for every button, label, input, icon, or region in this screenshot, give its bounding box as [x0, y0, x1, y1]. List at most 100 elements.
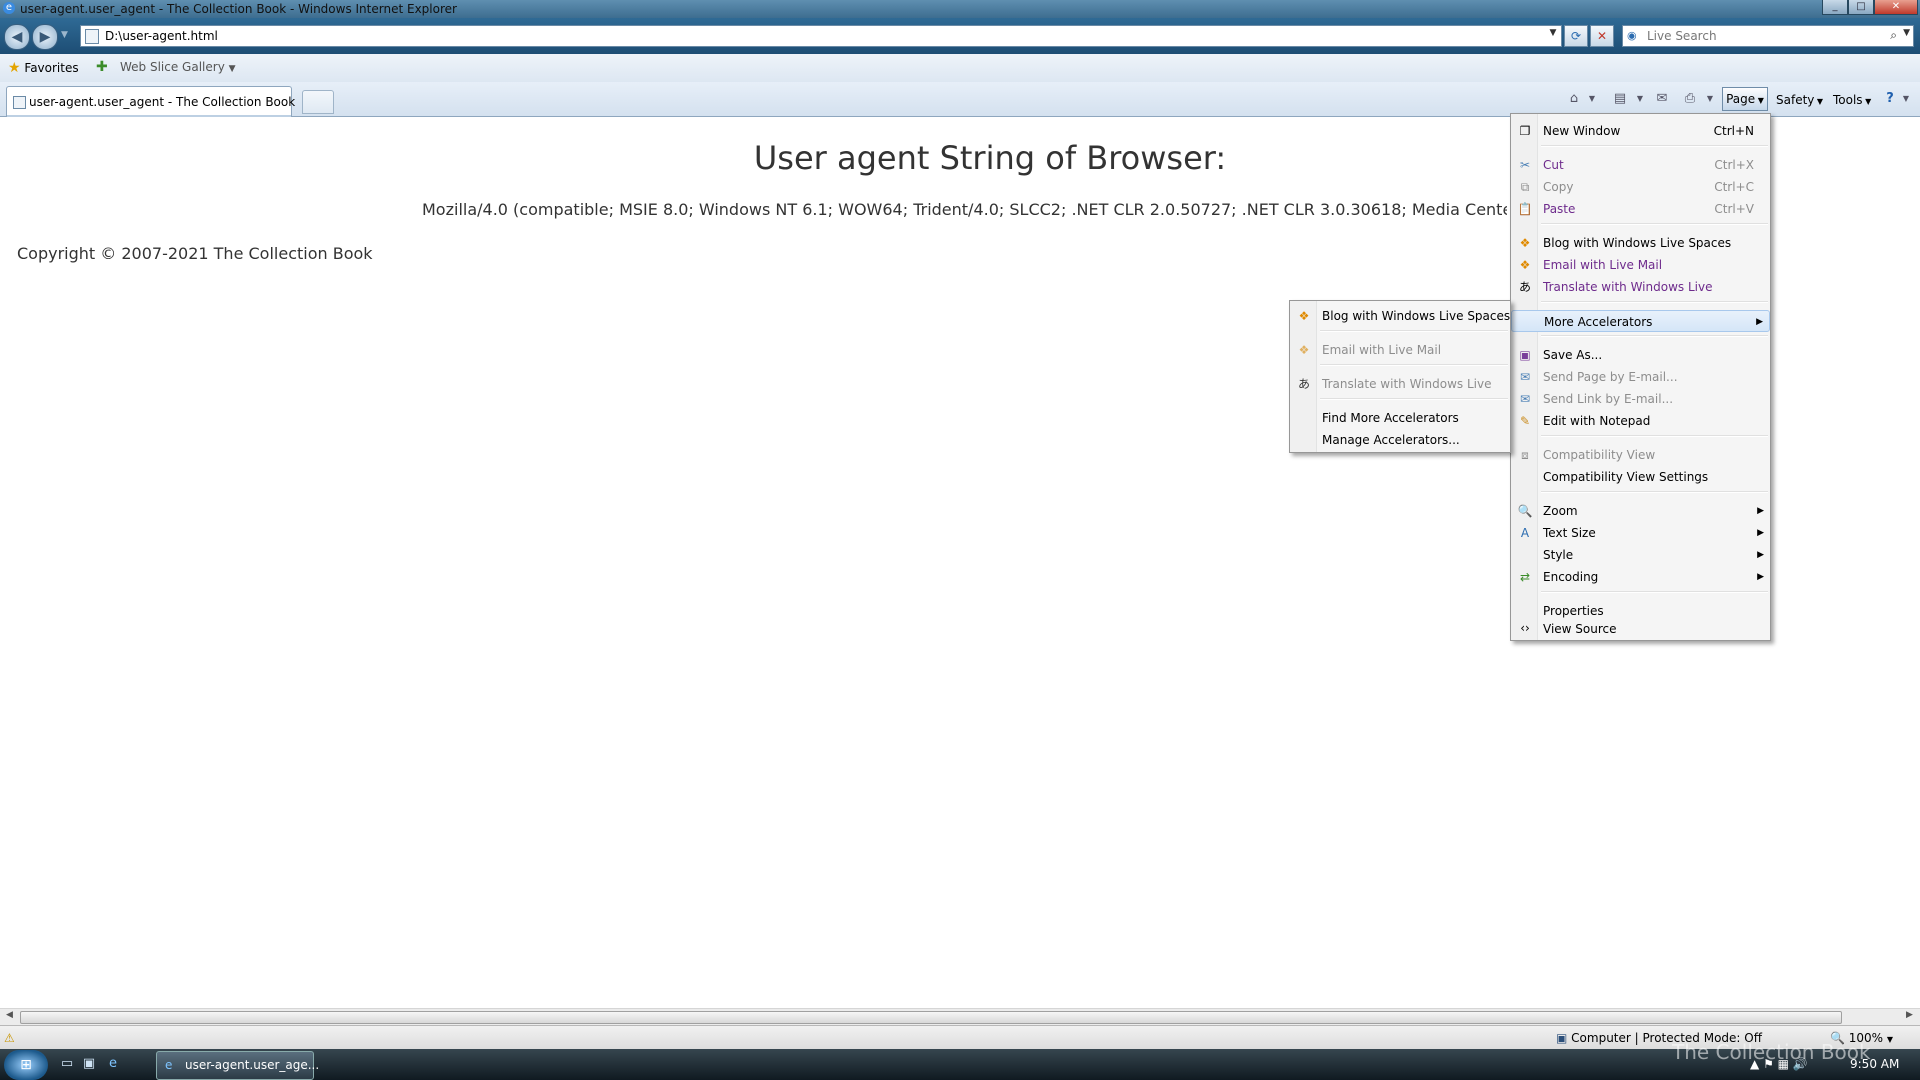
- new-window-icon: ❐: [1519, 124, 1531, 138]
- search-box[interactable]: ◉ Live Search ⌕ ▼: [1622, 25, 1914, 47]
- forward-button[interactable]: ▶: [32, 24, 58, 50]
- menu-item-label: More Accelerators: [1544, 315, 1653, 329]
- menu-item-zoom[interactable]: 🔍 Zoom ▶: [1511, 500, 1770, 522]
- close-button[interactable]: ✕: [1874, 0, 1918, 15]
- scroll-left-icon[interactable]: ◀: [6, 1010, 13, 1020]
- help-dropdown-icon[interactable]: ▼: [1898, 91, 1914, 107]
- compatibility-view-icon: ⧈: [1521, 448, 1529, 462]
- menu-item-encoding[interactable]: ⇄ Encoding ▶: [1511, 566, 1770, 588]
- menu-item-label: Blog with Windows Live Spaces: [1543, 236, 1732, 250]
- home-dropdown-icon[interactable]: ▼: [1584, 91, 1600, 107]
- search-icon[interactable]: ⌕: [1890, 28, 1897, 43]
- tab-user-agent[interactable]: user-agent.user_agent - The Collection B…: [6, 86, 296, 118]
- menu-separator: [1541, 335, 1768, 337]
- horizontal-scrollbar[interactable]: ◀ ▶: [0, 1008, 1920, 1025]
- switch-windows-icon[interactable]: ▣: [80, 1056, 98, 1074]
- menu-item-send-link[interactable]: ✉ Send Link by E-mail...: [1511, 388, 1770, 410]
- feeds-icon[interactable]: ▤: [1612, 91, 1628, 107]
- submenu-item-manage[interactable]: Manage Accelerators...: [1290, 429, 1510, 451]
- menu-item-label: Save As...: [1543, 348, 1603, 362]
- submenu-item-blog-live-spaces[interactable]: ❖ Blog with Windows Live Spaces: [1290, 305, 1511, 327]
- refresh-button[interactable]: ⟳: [1564, 25, 1588, 47]
- title-bar: e user-agent.user_agent - The Collection…: [0, 0, 1920, 18]
- menu-item-label: View Source: [1543, 622, 1617, 636]
- menu-item-style[interactable]: Style ▶: [1511, 544, 1770, 566]
- menu-item-paste[interactable]: 📋 Paste Ctrl+V: [1511, 198, 1770, 220]
- menu-item-text-size[interactable]: A Text Size ▶: [1511, 522, 1770, 544]
- menu-item-view-source[interactable]: ‹› View Source: [1511, 621, 1770, 636]
- menu-item-new-window[interactable]: ❐ New Window Ctrl+N: [1511, 120, 1770, 142]
- page-menu: ❐ New Window Ctrl+N ✂ Cut Ctrl+X ⧉ Copy …: [1510, 113, 1771, 641]
- menu-item-label: Manage Accelerators...: [1322, 433, 1460, 447]
- feeds-dropdown-icon[interactable]: ▼: [1632, 91, 1648, 107]
- start-button[interactable]: ⊞: [4, 1050, 48, 1080]
- tab-row: user-agent.user_agent - The Collection B…: [0, 82, 1920, 118]
- tab-label: user-agent.user_agent - The Collection B…: [29, 95, 296, 109]
- scrollbar-thumb[interactable]: [20, 1011, 1842, 1024]
- submenu-item-email-live-mail[interactable]: ❖ Email with Live Mail: [1290, 339, 1510, 361]
- menu-item-send-page[interactable]: ✉ Send Page by E-mail...: [1511, 366, 1770, 388]
- recent-pages-dropdown-icon[interactable]: ▼: [61, 30, 68, 40]
- submenu-arrow-icon: ▶: [1757, 506, 1764, 516]
- submenu-item-translate[interactable]: あ Translate with Windows Live: [1290, 373, 1510, 395]
- maximize-button[interactable]: □: [1848, 0, 1874, 15]
- menu-item-compatibility-view[interactable]: ⧈ Compatibility View: [1511, 444, 1770, 466]
- favorites-bar: ★ Favorites ✚ Web Slice Gallery ▼: [0, 54, 1920, 83]
- safety-menu-label: Safety: [1776, 93, 1815, 107]
- menu-item-save-as[interactable]: ▣ Save As...: [1511, 344, 1770, 366]
- menu-item-label: Translate with Windows Live: [1543, 280, 1713, 294]
- menu-item-more-accelerators[interactable]: More Accelerators ▶: [1511, 310, 1770, 332]
- menu-item-edit-notepad[interactable]: ✎ Edit with Notepad: [1511, 410, 1770, 432]
- new-tab-button[interactable]: [302, 90, 334, 114]
- menu-item-compatibility-settings[interactable]: Compatibility View Settings: [1511, 466, 1770, 488]
- print-icon[interactable]: ⎙: [1682, 91, 1698, 107]
- address-bar[interactable]: D:\user-agent.html ▼: [80, 25, 1562, 47]
- stop-button[interactable]: ✕: [1590, 25, 1614, 47]
- scroll-right-icon[interactable]: ▶: [1906, 1010, 1913, 1020]
- page-icon: [85, 29, 99, 44]
- submenu-item-find-more[interactable]: Find More Accelerators: [1290, 407, 1510, 429]
- taskbar-window-label: user-agent.user_age...: [185, 1058, 320, 1072]
- menu-separator: [1541, 591, 1768, 593]
- address-dropdown-icon[interactable]: ▼: [1547, 28, 1559, 42]
- favorites-label: Favorites: [24, 61, 79, 75]
- menu-item-blog-live-spaces[interactable]: ❖ Blog with Windows Live Spaces: [1511, 232, 1770, 254]
- web-slice-gallery-button[interactable]: Web Slice Gallery ▼: [120, 60, 236, 74]
- menu-separator: [1541, 145, 1768, 147]
- menu-separator: [1541, 491, 1768, 493]
- windows-live-icon: ❖: [1519, 258, 1531, 272]
- read-mail-icon[interactable]: ✉: [1654, 91, 1670, 107]
- help-icon[interactable]: ?: [1882, 91, 1898, 107]
- send-link-icon: ✉: [1519, 392, 1531, 406]
- menu-separator: [1320, 364, 1508, 366]
- taskbar-ie-window[interactable]: e user-agent.user_age...: [156, 1051, 319, 1080]
- web-slice-gallery-label: Web Slice Gallery: [120, 60, 225, 74]
- tools-menu-button[interactable]: Tools ▼: [1833, 90, 1871, 110]
- menu-item-shortcut: Ctrl+V: [1714, 202, 1754, 216]
- page-menu-label: Page: [1726, 92, 1756, 106]
- send-page-icon: ✉: [1519, 370, 1531, 384]
- back-button[interactable]: ◀: [4, 24, 30, 50]
- chevron-down-icon: ▼: [1862, 97, 1872, 106]
- add-to-favorites-bar-icon[interactable]: ✚: [96, 59, 108, 75]
- menu-separator: [1541, 435, 1768, 437]
- menu-item-translate[interactable]: あ Translate with Windows Live: [1511, 276, 1770, 298]
- safety-menu-button[interactable]: Safety ▼: [1776, 90, 1823, 110]
- menu-item-copy[interactable]: ⧉ Copy Ctrl+C: [1511, 176, 1770, 198]
- search-options-dropdown-icon[interactable]: ▼: [1903, 28, 1910, 38]
- home-icon[interactable]: ⌂: [1566, 91, 1582, 107]
- show-desktop-icon[interactable]: ▭: [58, 1056, 76, 1074]
- menu-item-shortcut: Ctrl+C: [1714, 180, 1754, 194]
- submenu-arrow-icon: ▶: [1757, 528, 1764, 538]
- search-input[interactable]: Live Search: [1647, 29, 1717, 43]
- favorites-button[interactable]: ★ Favorites: [8, 60, 79, 76]
- computer-icon: ▣: [1556, 1031, 1568, 1045]
- print-dropdown-icon[interactable]: ▼: [1702, 91, 1718, 107]
- page-menu-button[interactable]: Page ▼: [1722, 87, 1768, 111]
- minimize-button[interactable]: _: [1822, 0, 1848, 15]
- internet-explorer-icon[interactable]: e: [104, 1056, 122, 1074]
- menu-item-email-live-mail[interactable]: ❖ Email with Live Mail: [1511, 254, 1770, 276]
- address-input[interactable]: D:\user-agent.html: [105, 29, 218, 43]
- accelerators-submenu: ❖ Blog with Windows Live Spaces ❖ Email …: [1289, 300, 1511, 453]
- menu-item-cut[interactable]: ✂ Cut Ctrl+X: [1511, 154, 1770, 176]
